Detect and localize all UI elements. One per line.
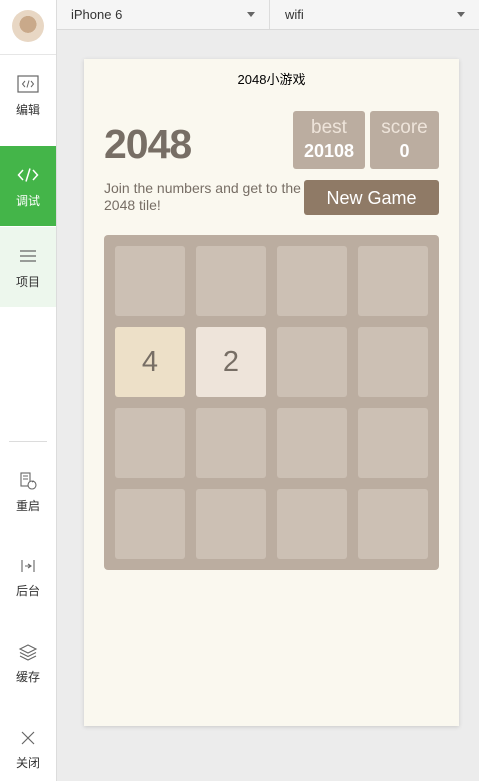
score-box: score 0 bbox=[370, 111, 439, 169]
intro-text: Join the numbers and get to the 2048 til… bbox=[104, 180, 301, 213]
sidebar-item-debug[interactable]: 调试 bbox=[0, 146, 56, 226]
ide-sidebar: 编辑 调试 项目 重启 后台 缓存 关闭 bbox=[0, 0, 57, 781]
chevron-down-icon bbox=[247, 12, 255, 17]
empty-cell bbox=[358, 246, 428, 316]
empty-cell bbox=[277, 327, 347, 397]
device-select-value: iPhone 6 bbox=[71, 7, 123, 22]
empty-cell bbox=[115, 246, 185, 316]
empty-cell bbox=[115, 489, 185, 559]
sidebar-item-label: 编辑 bbox=[15, 102, 40, 117]
avatar[interactable] bbox=[12, 10, 44, 42]
tool-label: 缓存 bbox=[15, 669, 40, 684]
sidebar-item-label: 项目 bbox=[15, 274, 40, 289]
game-title: 2048 bbox=[104, 121, 192, 167]
empty-cell bbox=[358, 327, 428, 397]
score-label: score bbox=[381, 117, 428, 138]
code-brackets-icon bbox=[17, 164, 39, 186]
chevron-down-icon bbox=[457, 12, 465, 17]
tool-label: 后台 bbox=[15, 583, 40, 598]
device-select[interactable]: iPhone 6 bbox=[57, 0, 270, 29]
empty-cell bbox=[277, 489, 347, 559]
background-icon bbox=[18, 556, 38, 576]
network-select-value: wifi bbox=[285, 7, 304, 22]
game-board[interactable]: 42 bbox=[104, 235, 439, 570]
empty-cell bbox=[358, 408, 428, 478]
tile-2: 2 bbox=[196, 327, 266, 397]
tool-label: 重启 bbox=[15, 498, 40, 513]
best-label: best bbox=[311, 117, 347, 138]
background-button[interactable]: 后台 bbox=[0, 547, 56, 607]
empty-cell bbox=[196, 408, 266, 478]
empty-cell bbox=[196, 246, 266, 316]
network-select[interactable]: wifi bbox=[271, 0, 479, 29]
new-game-button[interactable]: New Game bbox=[304, 180, 439, 215]
restart-icon bbox=[18, 471, 38, 491]
sidebar-divider bbox=[9, 441, 47, 442]
menu-lines-icon bbox=[17, 245, 39, 267]
empty-cell bbox=[358, 489, 428, 559]
layers-icon bbox=[18, 642, 38, 662]
code-file-icon bbox=[17, 73, 39, 95]
tile-4: 4 bbox=[115, 327, 185, 397]
best-value: 20108 bbox=[303, 141, 355, 161]
simulator-toolbar: iPhone 6 wifi bbox=[57, 0, 479, 30]
close-button[interactable]: 关闭 bbox=[0, 719, 56, 779]
nav-title: 2048小游戏 bbox=[237, 72, 306, 87]
best-score-box: best 20108 bbox=[293, 111, 365, 169]
sidebar-item-project[interactable]: 项目 bbox=[0, 227, 56, 307]
close-icon bbox=[18, 728, 38, 748]
sidebar-item-label: 调试 bbox=[15, 193, 40, 208]
score-value: 0 bbox=[399, 141, 410, 161]
empty-cell bbox=[115, 408, 185, 478]
tool-label: 关闭 bbox=[15, 755, 40, 770]
empty-cell bbox=[277, 408, 347, 478]
cache-button[interactable]: 缓存 bbox=[0, 633, 56, 693]
sidebar-item-edit[interactable]: 编辑 bbox=[0, 55, 56, 135]
empty-cell bbox=[196, 489, 266, 559]
empty-cell bbox=[277, 246, 347, 316]
phone-simulator: 2048小游戏 2048 best 20108 score 0 Join the… bbox=[84, 59, 459, 726]
restart-button[interactable]: 重启 bbox=[0, 462, 56, 522]
